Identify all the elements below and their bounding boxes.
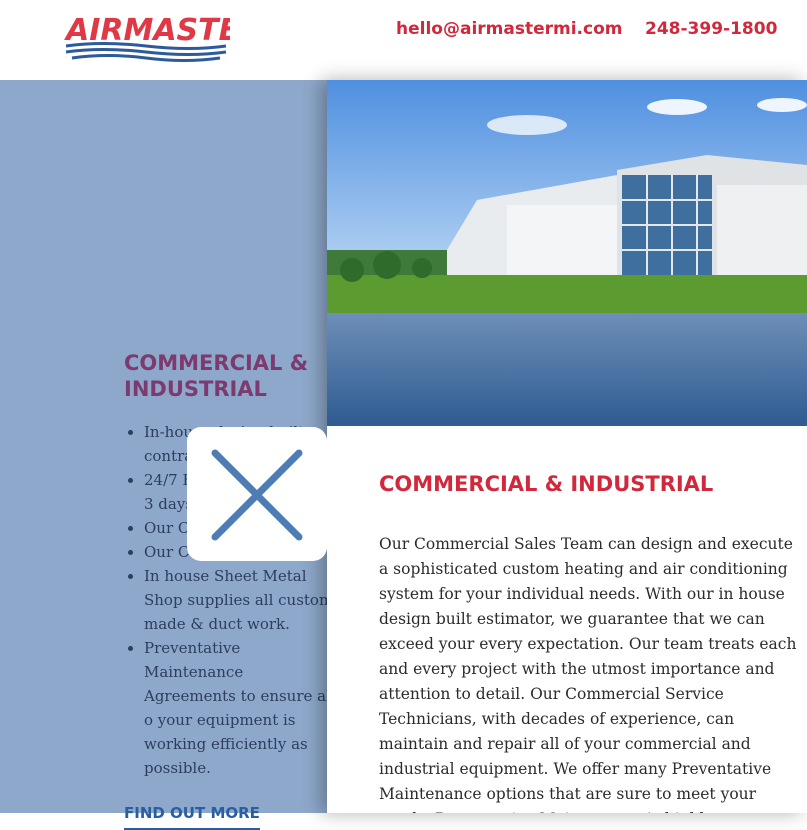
list-item: In house Sheet Metal Shop supplies all c… xyxy=(144,564,339,636)
list-item: Preventative Maintenance Agreements to e… xyxy=(144,636,339,780)
commercial-building-photo xyxy=(327,80,807,426)
airmaster-logo[interactable]: AIRMASTER xyxy=(62,10,230,62)
close-button[interactable] xyxy=(187,427,327,561)
modal-title: COMMERCIAL & INDUSTRIAL xyxy=(379,472,714,496)
phone-link[interactable]: 248-399-1800 xyxy=(645,19,777,39)
section-title: COMMERCIAL & INDUSTRIAL xyxy=(124,351,309,401)
find-out-more-link[interactable]: FIND OUT MORE xyxy=(124,804,260,830)
close-icon xyxy=(211,449,303,541)
modal-dialog: COMMERCIAL & INDUSTRIAL Our Commercial S… xyxy=(327,80,807,813)
site-header: AIRMASTER hello@airmastermi.com 248-399-… xyxy=(0,0,807,80)
modal-body-text: Our Commercial Sales Team can design and… xyxy=(379,535,797,813)
email-link[interactable]: hello@airmastermi.com xyxy=(396,19,622,39)
background-section: COMMERCIAL & INDUSTRIAL In-house design … xyxy=(124,350,339,830)
